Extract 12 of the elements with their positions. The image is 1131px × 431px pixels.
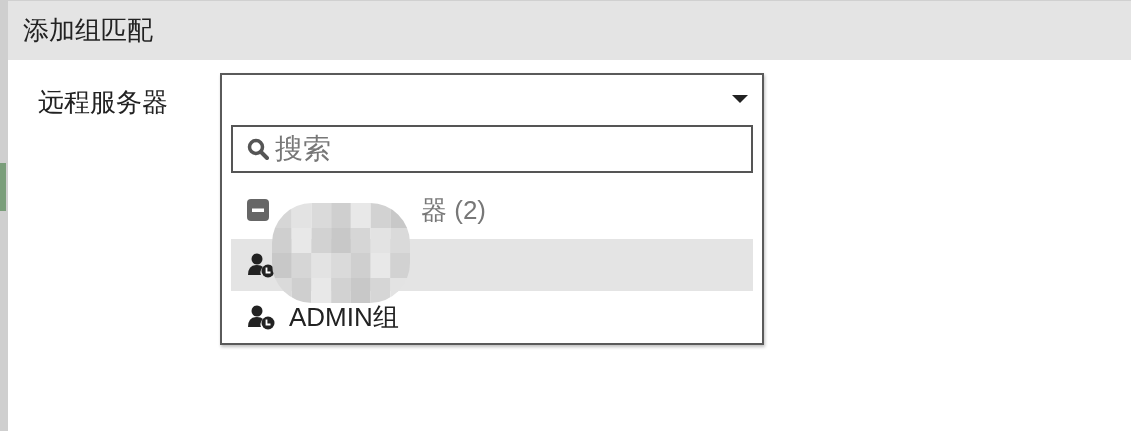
user-clock-icon bbox=[248, 304, 275, 330]
page-edge-block bbox=[0, 163, 6, 211]
group-label[interactable]: 器 (2) bbox=[421, 192, 486, 228]
collapse-icon[interactable] bbox=[247, 199, 269, 221]
search-input[interactable]: 搜索 bbox=[275, 133, 715, 165]
user-clock-icon bbox=[248, 252, 275, 278]
caret-icon bbox=[732, 95, 748, 103]
list-item[interactable]: ADMIN组 bbox=[231, 291, 753, 343]
field-label: 远程服务器 bbox=[38, 86, 169, 119]
search-field[interactable]: 搜索 bbox=[231, 125, 753, 173]
dialog-title: 添加组匹配 bbox=[23, 14, 153, 47]
search-icon bbox=[247, 138, 269, 160]
